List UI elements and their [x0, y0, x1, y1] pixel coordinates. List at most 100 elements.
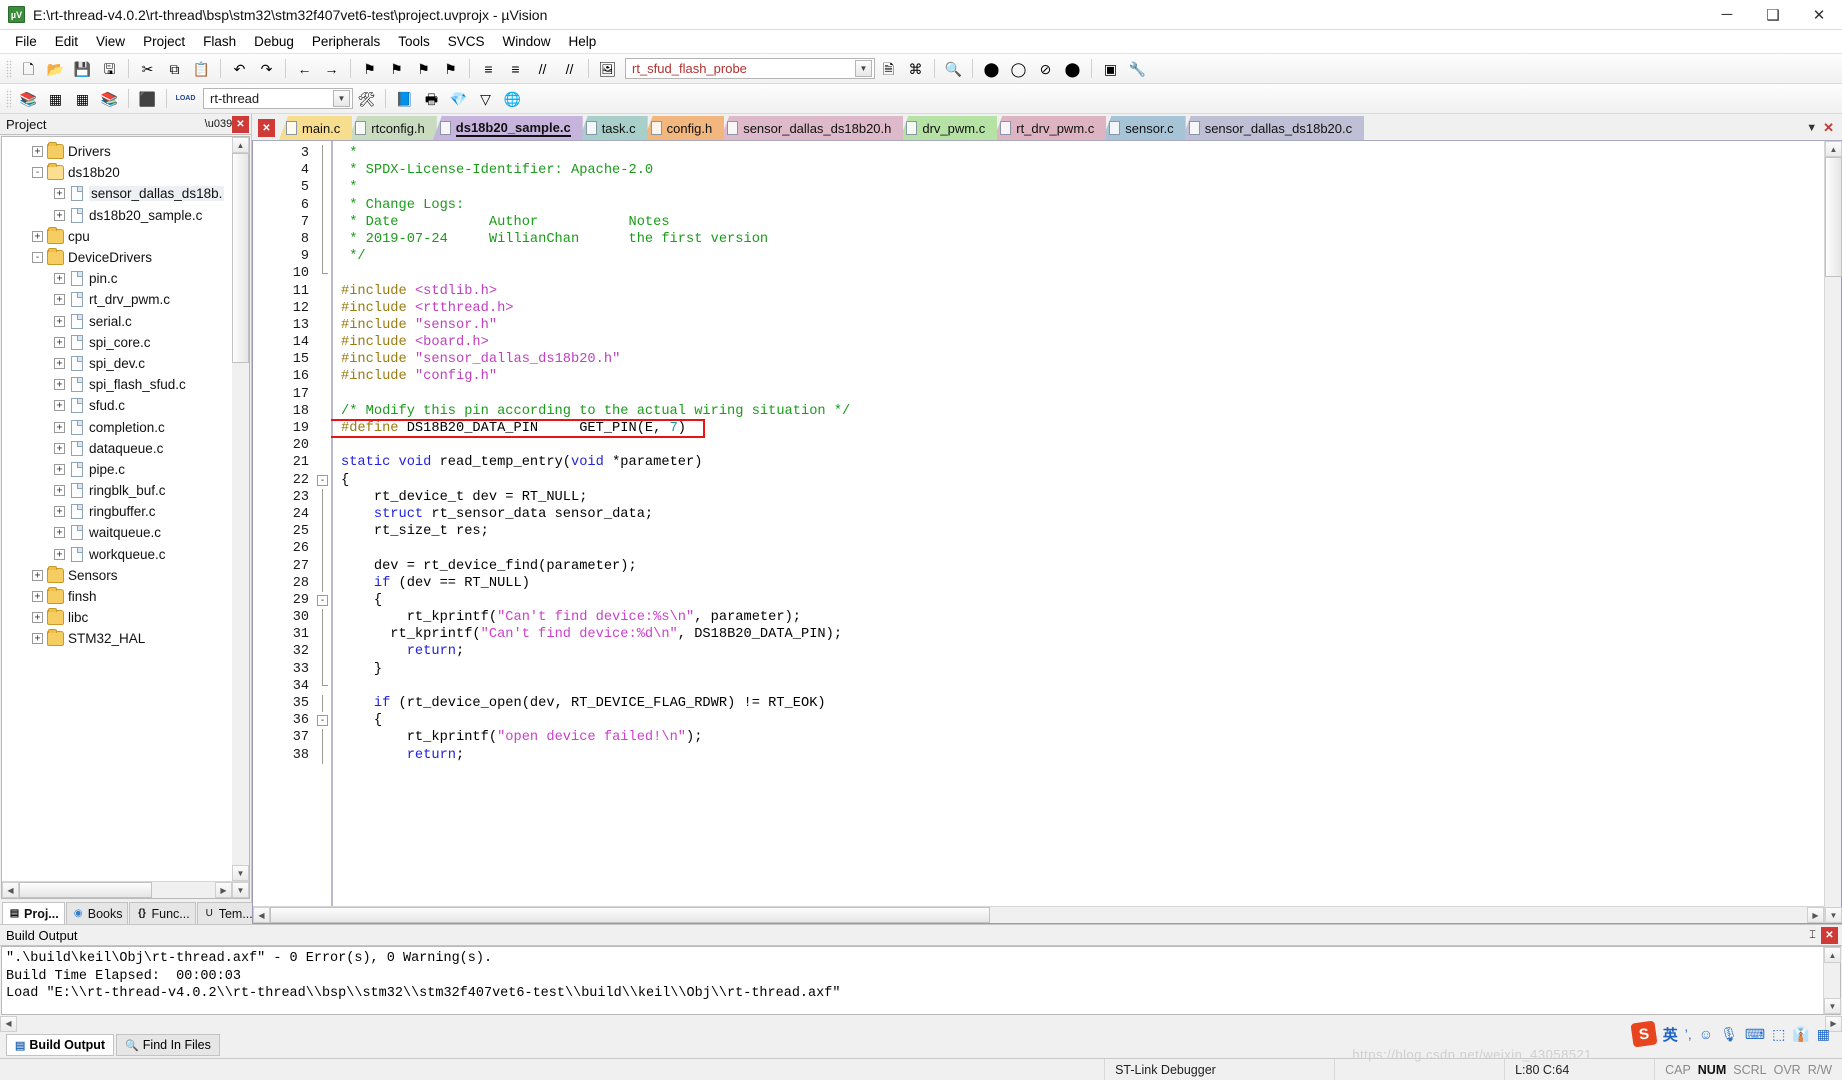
menu-item-file[interactable]: File — [6, 32, 46, 51]
code-line[interactable] — [331, 540, 1824, 557]
code-line[interactable]: rt_kprintf("Can't find device:%s\n", par… — [331, 609, 1824, 626]
breakpoint-enable-icon[interactable]: ⬤ — [1060, 57, 1085, 81]
scroll-down-arrow-corner[interactable]: ▼ — [232, 882, 249, 898]
code-line[interactable]: rt_kprintf("open device failed!\n"); — [331, 729, 1824, 746]
find-in-files-icon[interactable]: 🗎 — [876, 57, 901, 81]
search-combo[interactable]: rt_sfud_flash_probe ▼ — [625, 58, 875, 79]
pin-icon[interactable]: \u0398 — [205, 116, 239, 133]
breakpoint-icon[interactable]: ⬤ — [979, 57, 1004, 81]
code-text[interactable]: * * SPDX-License-Identifier: Apache-2.0 … — [331, 141, 1824, 906]
expander-icon[interactable]: - — [32, 167, 43, 179]
menu-item-help[interactable]: Help — [560, 32, 606, 51]
scroll-thumb[interactable] — [19, 882, 152, 898]
expander-icon[interactable]: + — [54, 357, 65, 369]
code-line[interactable]: * Date Author Notes — [331, 214, 1824, 231]
scroll-left-arrow[interactable]: ◀ — [2, 882, 19, 898]
tree-item-ringbuffer-c[interactable]: + ringbuffer.c — [2, 501, 249, 522]
tree-item-spi-dev-c[interactable]: + spi_dev.c — [2, 353, 249, 374]
bookmark-clear-icon[interactable]: ⚑ — [438, 57, 463, 81]
editor-tab-ds18b20_sample-c[interactable]: ds18b20_sample.c — [432, 116, 583, 140]
code-line[interactable]: if (rt_device_open(dev, RT_DEVICE_FLAG_R… — [331, 695, 1824, 712]
expander-icon[interactable]: + — [32, 230, 43, 242]
code-line[interactable]: */ — [331, 248, 1824, 265]
tree-vertical-scrollbar[interactable]: ▲ ▼ — [232, 137, 249, 881]
tree-item-workqueue-c[interactable]: + workqueue.c — [2, 544, 249, 565]
goto-definition-icon[interactable]: ⌘ — [903, 57, 928, 81]
scroll-thumb[interactable] — [232, 153, 249, 363]
tree-item-devicedrivers[interactable]: - DeviceDrivers — [2, 247, 249, 268]
expander-icon[interactable]: - — [32, 252, 43, 264]
code-folding-column[interactable]: - - - — [315, 141, 331, 906]
build-icon[interactable]: ▦ — [43, 87, 68, 111]
menu-item-tools[interactable]: Tools — [389, 32, 439, 51]
indent-icon[interactable]: ≡ — [476, 57, 501, 81]
code-line[interactable]: if (dev == RT_NULL) — [331, 575, 1824, 592]
filter-icon[interactable]: ▽ — [473, 87, 498, 111]
tree-item-dataqueue-c[interactable]: + dataqueue.c — [2, 438, 249, 459]
tree-item-rt-drv-pwm-c[interactable]: + rt_drv_pwm.c — [2, 289, 249, 310]
expander-icon[interactable]: + — [54, 273, 65, 285]
download-icon[interactable]: LOAD — [173, 87, 198, 111]
maximize-button[interactable]: ❑ — [1750, 0, 1796, 30]
configuration-wizard-icon[interactable]: 🔧 — [1125, 57, 1150, 81]
menu-item-debug[interactable]: Debug — [245, 32, 303, 51]
fold-marker[interactable] — [315, 729, 331, 747]
code-line[interactable] — [331, 437, 1824, 454]
save-icon[interactable]: 💾 — [70, 57, 95, 81]
fold-marker[interactable] — [315, 523, 331, 541]
editor-tab-sensor_dallas_ds18b20-c[interactable]: sensor_dallas_ds18b20.c — [1181, 116, 1365, 140]
scroll-up-arrow[interactable]: ▲ — [232, 137, 249, 153]
tree-item-pin-c[interactable]: + pin.c — [2, 268, 249, 289]
fold-marker[interactable] — [315, 265, 331, 282]
bookmark-toggle-icon[interactable]: ⚑ — [357, 57, 382, 81]
code-line[interactable]: static void read_temp_entry(void *parame… — [331, 454, 1824, 471]
editor-tab-rt_drv_pwm-c[interactable]: rt_drv_pwm.c — [993, 116, 1107, 140]
voice-input-icon[interactable]: 🎙 — [1720, 1026, 1738, 1043]
redo-icon[interactable]: ↷ — [254, 57, 279, 81]
undo-icon[interactable]: ↶ — [227, 57, 252, 81]
uncomment-icon[interactable]: // — [557, 57, 582, 81]
bookmark-next-icon[interactable]: ⚑ — [411, 57, 436, 81]
expander-icon[interactable]: + — [54, 336, 65, 348]
soft-keyboard-icon[interactable]: ⌨ — [1745, 1026, 1765, 1043]
translate-icon[interactable]: 📚 — [16, 87, 41, 111]
scroll-down-arrow[interactable]: ▼ — [232, 865, 249, 881]
bookmark-prev-icon[interactable]: ⚑ — [384, 57, 409, 81]
punctuation-icon[interactable]: ’, — [1685, 1026, 1692, 1042]
editor-tab-sensor_dallas_ds18b20-h[interactable]: sensor_dallas_ds18b20.h — [720, 116, 904, 140]
code-line[interactable]: rt_kprintf("Can't find device:%d\n", DS1… — [331, 626, 1824, 643]
rebuild-icon[interactable]: ▦ — [70, 87, 95, 111]
output-tab-build-output[interactable]: ▤ Build Output — [6, 1034, 115, 1056]
copy-icon[interactable]: ⧉ — [162, 57, 187, 81]
screenshot-icon[interactable]: ⬚ — [1772, 1026, 1785, 1043]
fold-marker[interactable]: - — [315, 472, 331, 489]
sogou-ime-logo[interactable]: S — [1630, 1020, 1658, 1048]
code-line[interactable]: * SPDX-License-Identifier: Apache-2.0 — [331, 162, 1824, 179]
pane-tab-books[interactable]: ◉ Books — [65, 902, 129, 924]
build-vertical-scrollbar[interactable]: ▲ ▼ — [1823, 947, 1841, 1014]
fold-marker[interactable] — [315, 557, 331, 575]
tree-item-ds18b20[interactable]: - ds18b20 — [2, 162, 249, 183]
expander-icon[interactable]: + — [54, 548, 65, 560]
chevron-down-icon[interactable]: ▼ — [855, 60, 872, 77]
tree-horizontal-scrollbar[interactable]: ◀ ▶ ▼ — [2, 881, 249, 898]
code-line[interactable]: #include "sensor.h" — [331, 317, 1824, 334]
fold-marker[interactable] — [315, 420, 331, 437]
tree-item-pipe-c[interactable]: + pipe.c — [2, 459, 249, 480]
menu-item-project[interactable]: Project — [134, 32, 194, 51]
scroll-down-arrow[interactable]: ▼ — [1825, 907, 1842, 923]
menu-item-flash[interactable]: Flash — [194, 32, 245, 51]
scroll-track[interactable] — [1824, 963, 1840, 998]
menu-item-view[interactable]: View — [87, 32, 134, 51]
code-line[interactable]: { — [331, 712, 1824, 729]
expander-icon[interactable]: + — [32, 146, 43, 158]
navigate-back-icon[interactable]: ← — [292, 57, 317, 81]
menu-item-window[interactable]: Window — [493, 32, 559, 51]
breakpoint-kill-all-icon[interactable]: ⊘ — [1033, 57, 1058, 81]
stop-build-icon[interactable]: ⬛ — [135, 87, 160, 111]
editor-tab-drv_pwm-c[interactable]: drv_pwm.c — [899, 116, 998, 140]
code-line[interactable]: } — [331, 661, 1824, 678]
fold-marker[interactable] — [315, 213, 331, 231]
expander-icon[interactable]: + — [54, 442, 65, 454]
tree-item-drivers[interactable]: + Drivers — [2, 141, 249, 162]
